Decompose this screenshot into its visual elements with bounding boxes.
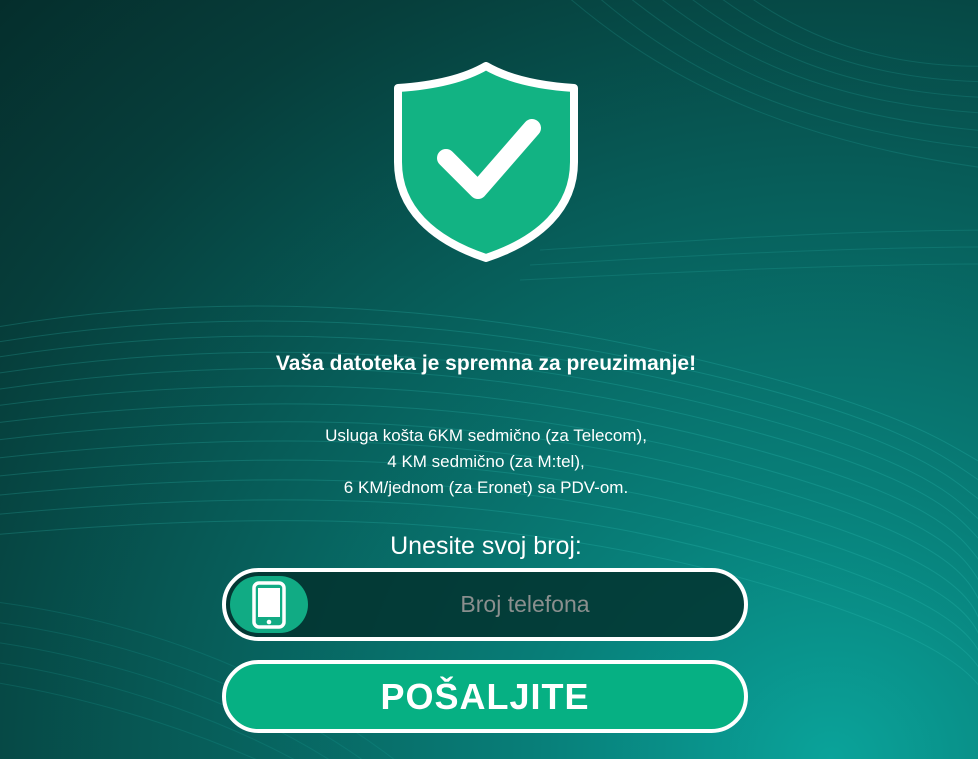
page-content: Vaša datoteka je spremna za preuzimanje!… [0, 0, 978, 759]
pricing-info: Usluga košta 6KM sedmično (za Telecom), … [0, 423, 975, 501]
phone-number-field [222, 568, 748, 641]
enter-number-prompt: Unesite svoj broj: [390, 532, 582, 560]
phone-icon-badge [230, 576, 308, 633]
download-ready-headline: Vaša datoteka je spremna za preuzimanje! [275, 352, 697, 375]
phone-number-input[interactable] [310, 572, 740, 637]
pricing-line-mtel: 4 KM sedmično (za M:tel), [387, 452, 585, 471]
shield-check-icon [392, 62, 580, 262]
smartphone-icon [252, 581, 286, 629]
pricing-line-eronet: 6 KM/jednom (za Eronet) sa PDV-om. [343, 478, 629, 497]
pricing-line-telecom: Usluga košta 6KM sedmično (za Telecom), [325, 426, 647, 445]
send-button[interactable]: POŠALJITE [222, 660, 748, 733]
